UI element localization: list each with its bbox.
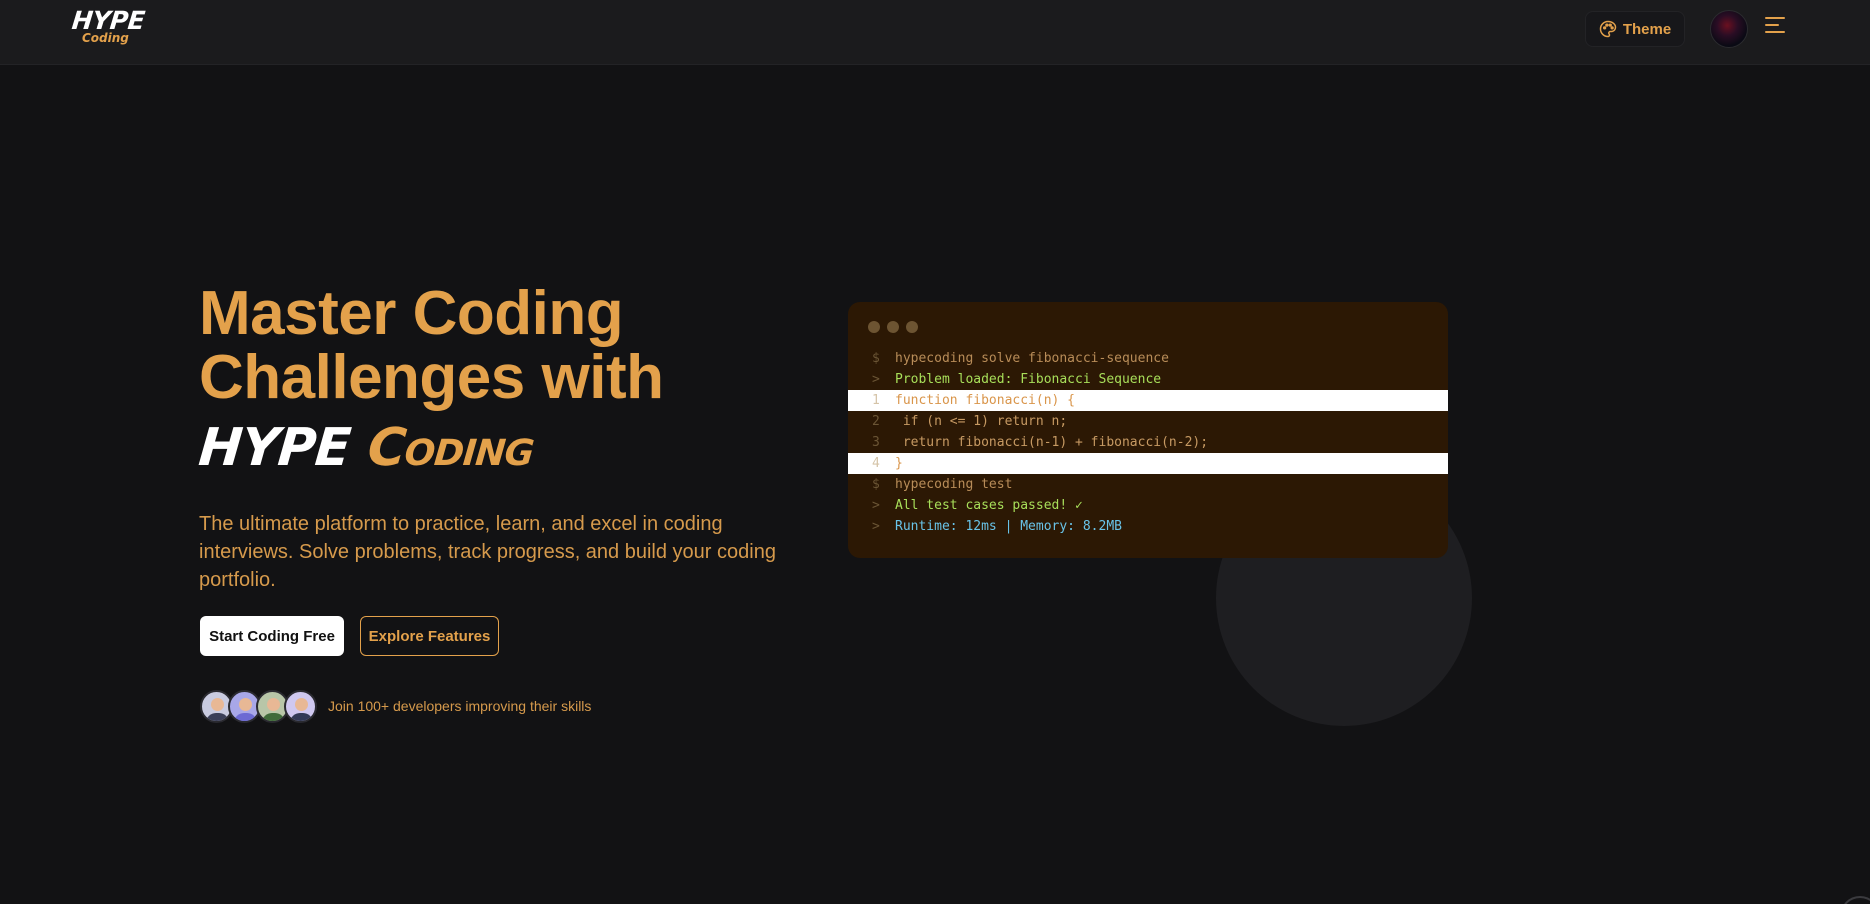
developer-avatars	[200, 689, 317, 723]
hero-subtitle: The ultimate platform to practice, learn…	[199, 513, 776, 591]
hero-brand-wordmark: HYPE Coding	[196, 418, 537, 478]
brand-word-hype: HYPE	[196, 418, 353, 478]
hero-title: Master Coding Challenges with	[199, 282, 799, 410]
palette-icon	[1599, 20, 1617, 38]
window-dot-icon	[868, 321, 880, 333]
brand-word-coding: Coding	[365, 418, 537, 478]
code-line: 1 function fibonacci(n) {	[848, 390, 1448, 411]
terminal-line: > All test cases passed! ✓	[872, 498, 1083, 513]
window-dot-icon	[887, 321, 899, 333]
social-proof: Join 100+ developers improving their ski…	[200, 688, 591, 724]
code-terminal: $ hypecoding solve fibonacci-sequence > Pr…	[848, 302, 1448, 558]
explore-features-button[interactable]: Explore Features	[360, 616, 499, 656]
user-avatar[interactable]	[1710, 10, 1748, 48]
window-dot-icon	[906, 321, 918, 333]
hero-title-line2: Challenges with	[199, 343, 664, 412]
hamburger-menu-icon[interactable]	[1765, 17, 1787, 39]
avatar	[284, 689, 317, 723]
code-line: 4}	[848, 453, 1448, 474]
hero-title-line1: Master Coding	[199, 279, 624, 348]
top-navbar: HYPE Coding Theme	[0, 0, 1870, 65]
social-proof-text: Join 100+ developers improving their ski…	[328, 698, 592, 714]
terminal-line: $ hypecoding solve fibonacci-sequence	[872, 351, 1169, 366]
terminal-line: $ hypecoding test	[872, 477, 1013, 492]
window-controls	[868, 321, 918, 333]
logo-text-top: HYPE	[70, 6, 146, 35]
code-line: 2 if (n <= 1) return n;	[872, 414, 1068, 429]
start-coding-button[interactable]: Start Coding Free	[200, 616, 344, 656]
theme-button-label: Theme	[1622, 20, 1672, 38]
terminal-line: > Runtime: 12ms | Memory: 8.2MB	[872, 519, 1122, 534]
code-line: 3 return fibonacci(n-1) + fibonacci(n-2)…	[872, 435, 1209, 450]
corner-decoration	[1840, 896, 1870, 904]
theme-button[interactable]: Theme	[1585, 11, 1685, 47]
terminal-line: > Problem loaded: Fibonacci Sequence	[872, 372, 1162, 387]
brand-logo[interactable]: HYPE Coding	[70, 6, 146, 48]
